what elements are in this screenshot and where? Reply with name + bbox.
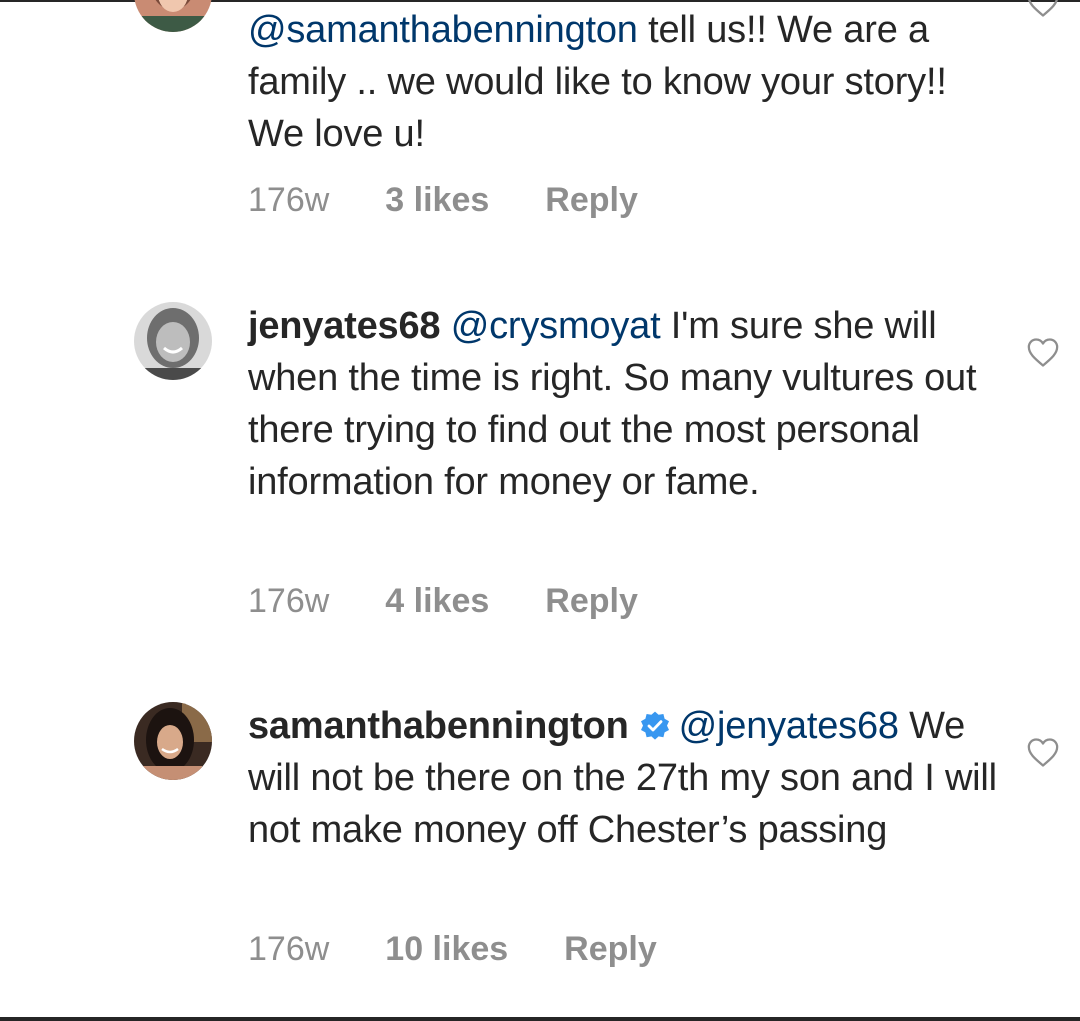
avatar-photo-icon (134, 0, 212, 32)
mention-link[interactable]: @jenyates68 (679, 705, 899, 747)
likes-count[interactable]: 4 likes (385, 581, 489, 621)
bottom-divider (0, 1017, 1080, 1021)
avatar[interactable] (134, 302, 212, 380)
avatar-photo-icon (134, 302, 212, 380)
comment-text: @samanthabennington tell us!! We are a f… (248, 4, 1008, 160)
avatar[interactable] (134, 702, 212, 780)
heart-outline-icon[interactable] (1026, 0, 1060, 18)
avatar[interactable] (134, 0, 212, 32)
heart-outline-icon[interactable] (1026, 736, 1060, 768)
comment-text: jenyates68 @crysmoyat I'm sure she will … (248, 300, 1008, 508)
mention-link[interactable]: @crysmoyat (451, 305, 661, 347)
avatar-photo-icon (134, 702, 212, 780)
comment-username[interactable]: samanthabennington (248, 705, 629, 747)
comment-meta: 176w 4 likes Reply (248, 581, 638, 621)
reply-button[interactable]: Reply (545, 180, 638, 220)
heart-outline-icon[interactable] (1026, 336, 1060, 368)
likes-count[interactable]: 3 likes (385, 180, 489, 220)
likes-count[interactable]: 10 likes (385, 929, 508, 969)
comment-meta: 176w 10 likes Reply (248, 929, 657, 969)
comment-timestamp: 176w (248, 930, 330, 968)
mention-link[interactable]: @samanthabennington (248, 9, 638, 51)
comment-timestamp: 176w (248, 582, 330, 620)
reply-button[interactable]: Reply (564, 929, 657, 969)
verified-badge-icon (640, 711, 669, 740)
comment-text: samanthabennington @jenyates68 We will no… (248, 700, 1008, 856)
comment-username[interactable]: jenyates68 (248, 305, 441, 347)
comment-timestamp: 176w (248, 181, 330, 219)
reply-button[interactable]: Reply (545, 581, 638, 621)
comment-meta: 176w 3 likes Reply (248, 180, 638, 220)
